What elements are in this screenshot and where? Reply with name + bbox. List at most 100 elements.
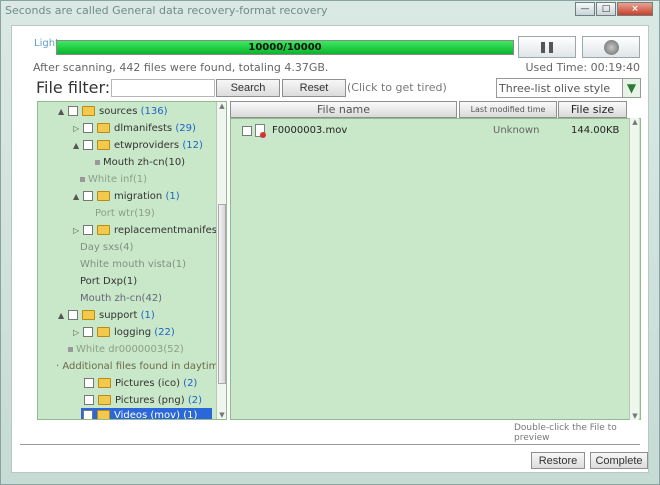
tree-item-pictures-png[interactable]: Pictures (png) (2) — [84, 393, 202, 409]
expand-icon[interactable]: ▷ — [73, 325, 83, 341]
folder-tree: ▲ sources (136) ▷ dlmanifests (29) ▲ etwpro… — [37, 101, 227, 420]
tree-item-sources[interactable]: ▲ sources (136) — [58, 104, 168, 120]
tree-item-additional-files[interactable]: · Additional files found in daytime (3) — [56, 359, 226, 375]
checkbox[interactable] — [83, 327, 93, 337]
expand-icon[interactable]: ▲ — [58, 104, 68, 120]
chevron-down-icon[interactable]: ▼ — [622, 79, 640, 97]
tree-item-label: Day sxs(4) — [80, 242, 134, 253]
tree-item-label: Port Dxp(1) — [80, 276, 138, 287]
file-checkbox[interactable] — [242, 126, 252, 136]
file-row[interactable]: F0000003.mov Unknown 144.00KB — [231, 123, 627, 139]
file-type-icon — [68, 346, 73, 352]
progress-text: 10000/10000 — [248, 42, 322, 53]
main-panel: Light 10000/10000 After scanning, 442 fi… — [11, 25, 649, 473]
folder-icon — [97, 140, 110, 150]
folder-icon — [82, 310, 95, 320]
tree-item-white-dr0000003[interactable]: White dr0000003(52) — [68, 342, 184, 358]
window-title: Seconds are called General data recovery… — [5, 4, 328, 17]
tree-item-count: (1) — [183, 410, 198, 420]
checkbox[interactable] — [84, 378, 94, 388]
scroll-down-icon[interactable]: ▼ — [217, 411, 226, 419]
restore-button[interactable]: Restore — [531, 452, 585, 469]
tree-item-replacementmanifests[interactable]: ▷replacementmanifests (3 — [73, 223, 227, 239]
tree-item-label: dlmanifests — [114, 123, 173, 134]
file-type-icon — [95, 159, 100, 165]
tree-item-white-mouth-vista[interactable]: White mouth vista(1) — [80, 257, 186, 273]
tree-item-count: (22) — [154, 327, 175, 338]
tree-item-label: Mouth zh-cn(10) — [103, 157, 186, 168]
folder-icon — [97, 410, 110, 419]
checkbox[interactable] — [84, 395, 94, 405]
tree-item-label: White mouth vista(1) — [80, 259, 187, 270]
search-button[interactable]: Search — [216, 79, 280, 97]
tree-scrollbar[interactable]: ▲ ▼ — [216, 102, 226, 419]
checkbox[interactable] — [83, 191, 93, 201]
column-file-size[interactable]: File size — [558, 101, 627, 118]
tree-item-white-inf[interactable]: White inf(1) — [80, 172, 147, 188]
file-size: 144.00KB — [571, 125, 620, 136]
tree-item-count: (136) — [140, 106, 168, 117]
tree-item-support[interactable]: ▲ support (1) — [58, 308, 155, 324]
pause-button[interactable] — [518, 36, 576, 58]
expand-icon[interactable]: ▷ — [73, 223, 83, 239]
checkbox[interactable] — [83, 140, 93, 150]
tree-item-label: Videos (mov) — [114, 410, 180, 420]
checkbox[interactable] — [83, 225, 93, 235]
complete-button[interactable]: Complete — [590, 452, 648, 469]
scroll-up-icon[interactable]: ▲ — [217, 102, 226, 110]
scroll-down-icon[interactable]: ▼ — [630, 412, 640, 420]
expand-icon[interactable]: ▲ — [73, 138, 83, 154]
scroll-thumb[interactable] — [218, 204, 226, 384]
tree-item-videos-mov[interactable]: Videos (mov) (1) — [81, 408, 212, 420]
tree-item-mouth-zh-cn-42[interactable]: Mouth zh-cn(42) — [80, 291, 162, 307]
file-list: F0000003.mov Unknown 144.00KB — [230, 118, 641, 420]
maximize-button[interactable]: □ — [596, 2, 616, 16]
expand-icon[interactable]: ▷ — [73, 121, 83, 137]
window-controls: — □ × — [574, 2, 653, 16]
file-list-scrollbar[interactable]: ▲ ▼ — [629, 118, 639, 420]
tree-item-port-dxp[interactable]: Port Dxp(1) — [80, 274, 137, 290]
checkbox[interactable] — [83, 410, 93, 419]
minimize-button[interactable]: — — [575, 2, 595, 16]
tree-item-label: logging — [114, 327, 152, 338]
checkbox[interactable] — [83, 123, 93, 133]
expand-icon[interactable]: ▲ — [73, 189, 83, 205]
file-filter-input[interactable] — [111, 79, 215, 97]
tree-item-etwproviders[interactable]: ▲ etwproviders (12) — [73, 138, 203, 154]
tree-item-logging[interactable]: ▷ logging (22) — [73, 325, 175, 341]
title-bar: Seconds are called General data recovery… — [1, 1, 659, 21]
checkbox[interactable] — [68, 310, 78, 320]
close-button[interactable]: × — [617, 2, 653, 16]
dot-icon: · — [56, 361, 60, 372]
tree-item-pictures-ico[interactable]: Pictures (ico) (2) — [84, 376, 197, 392]
reset-button[interactable]: Reset — [282, 79, 346, 97]
tree-item-label: Mouth zh-cn(42) — [80, 293, 163, 304]
video-file-icon — [255, 124, 266, 138]
tree-item-port-wtr[interactable]: Port wtr(19) — [95, 206, 155, 222]
folder-icon — [98, 378, 111, 388]
scroll-up-icon[interactable]: ▲ — [630, 118, 640, 126]
column-file-name[interactable]: File name — [230, 101, 457, 118]
tree-item-label: replacementmanifests — [114, 225, 227, 236]
stop-button[interactable] — [582, 36, 640, 58]
tree-item-day-sxs[interactable]: Day sxs(4) — [80, 240, 133, 256]
style-select[interactable]: Three-list olive style ▼ — [496, 78, 641, 98]
tree-item-label: White dr0000003(52) — [76, 344, 184, 355]
tree-item-mouth-zh-cn[interactable]: Mouth zh-cn(10) — [95, 155, 185, 171]
tree-item-label: sources — [99, 106, 138, 117]
tree-item-label: White inf(1) — [88, 174, 148, 185]
footer-separator — [20, 444, 640, 445]
folder-icon — [97, 225, 110, 235]
column-last-modified[interactable]: Last modified time — [459, 101, 557, 118]
checkbox[interactable] — [68, 106, 78, 116]
tree-item-count: (2) — [183, 378, 198, 389]
folder-icon — [97, 123, 110, 133]
tree-item-migration[interactable]: ▲ migration (1) — [73, 189, 180, 205]
filter-hint: (Click to get tired) — [347, 81, 447, 94]
app-window: Seconds are called General data recovery… — [0, 0, 660, 485]
expand-icon[interactable]: ▲ — [58, 308, 68, 324]
folder-icon — [82, 106, 95, 116]
tree-item-label: Pictures (png) — [115, 395, 185, 406]
tree-item-dlmanifests[interactable]: ▷ dlmanifests (29) — [73, 121, 196, 137]
file-filter-label: File filter: — [36, 78, 111, 97]
